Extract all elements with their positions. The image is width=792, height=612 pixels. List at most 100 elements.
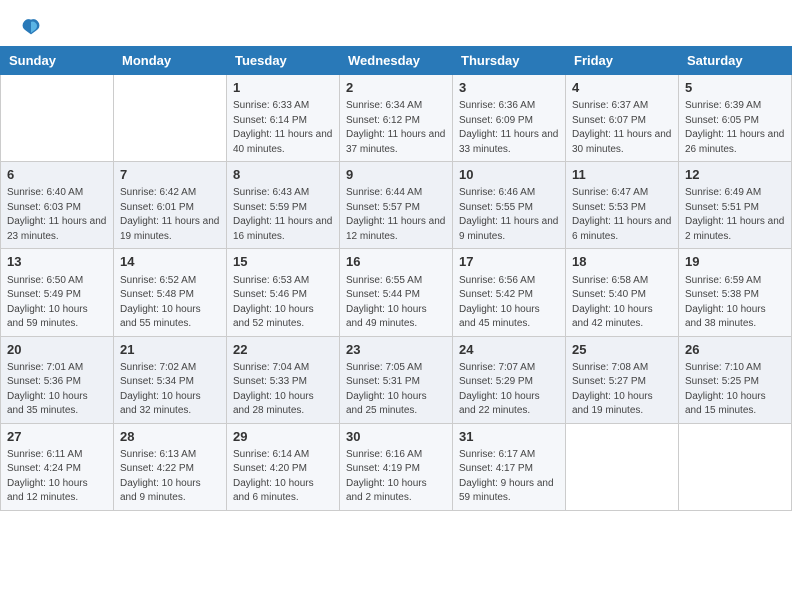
calendar-cell: 25 Sunrise: 7:08 AM Sunset: 5:27 PM Dayli… [566,336,679,423]
day-number: 31 [459,428,559,446]
calendar-cell: 5 Sunrise: 6:39 AM Sunset: 6:05 PM Daylig… [679,75,792,162]
calendar-cell: 7 Sunrise: 6:42 AM Sunset: 6:01 PM Daylig… [114,162,227,249]
day-number: 28 [120,428,220,446]
day-info: Sunrise: 6:11 AM Sunset: 4:24 PM Dayligh… [7,448,107,506]
calendar-body: 1 Sunrise: 6:33 AM Sunset: 6:14 PM Daylig… [1,75,792,511]
day-number: 29 [233,428,333,446]
day-info: Sunrise: 7:07 AM Sunset: 5:29 PM Dayligh… [459,361,559,419]
header-day: Tuesday [227,47,340,75]
calendar-week-row: 20 Sunrise: 7:01 AM Sunset: 5:36 PM Dayli… [1,336,792,423]
header-day: Sunday [1,47,114,75]
calendar-cell: 14 Sunrise: 6:52 AM Sunset: 5:48 PM Dayli… [114,249,227,336]
day-number: 26 [685,341,785,359]
calendar-cell: 19Sunrise: 6:59 AM Sunset: 5:38 PM Dayli… [679,249,792,336]
day-number: 9 [346,166,446,184]
day-number: 17 [459,253,559,271]
day-number: 30 [346,428,446,446]
day-info: Sunrise: 7:01 AM Sunset: 5:36 PM Dayligh… [7,361,107,419]
day-info: Sunrise: 6:37 AM Sunset: 6:07 PM Dayligh… [572,99,672,157]
calendar-cell: 8 Sunrise: 6:43 AM Sunset: 5:59 PM Daylig… [227,162,340,249]
calendar-cell: 4 Sunrise: 6:37 AM Sunset: 6:07 PM Daylig… [566,75,679,162]
calendar-cell: 30Sunrise: 6:16 AM Sunset: 4:19 PM Dayli… [340,423,453,510]
day-number: 24 [459,341,559,359]
day-number: 1 [233,79,333,97]
day-info: Sunrise: 6:49 AM Sunset: 5:51 PM Dayligh… [685,186,785,244]
day-info: Sunrise: 6:40 AM Sunset: 6:03 PM Dayligh… [7,186,107,244]
day-number: 15 [233,253,333,271]
day-number: 5 [685,79,785,97]
day-number: 18 [572,253,672,271]
day-info: Sunrise: 6:43 AM Sunset: 5:59 PM Dayligh… [233,186,333,244]
calendar-cell: 9Sunrise: 6:44 AM Sunset: 5:57 PM Daylig… [340,162,453,249]
day-info: Sunrise: 6:55 AM Sunset: 5:44 PM Dayligh… [346,274,446,332]
calendar-cell [1,75,114,162]
header-row: SundayMondayTuesdayWednesdayThursdayFrid… [1,47,792,75]
day-info: Sunrise: 6:36 AM Sunset: 6:09 PM Dayligh… [459,99,559,157]
day-info: Sunrise: 6:56 AM Sunset: 5:42 PM Dayligh… [459,274,559,332]
day-info: Sunrise: 6:17 AM Sunset: 4:17 PM Dayligh… [459,448,559,506]
day-number: 7 [120,166,220,184]
calendar-cell [679,423,792,510]
calendar-week-row: 1 Sunrise: 6:33 AM Sunset: 6:14 PM Daylig… [1,75,792,162]
day-info: Sunrise: 6:53 AM Sunset: 5:46 PM Dayligh… [233,274,333,332]
calendar-cell: 29Sunrise: 6:14 AM Sunset: 4:20 PM Dayli… [227,423,340,510]
day-number: 20 [7,341,107,359]
calendar-week-row: 27 Sunrise: 6:11 AM Sunset: 4:24 PM Dayli… [1,423,792,510]
day-number: 19 [685,253,785,271]
day-number: 14 [120,253,220,271]
day-number: 6 [7,166,107,184]
day-number: 23 [346,341,446,359]
calendar-cell: 22Sunrise: 7:04 AM Sunset: 5:33 PM Dayli… [227,336,340,423]
day-info: Sunrise: 7:04 AM Sunset: 5:33 PM Dayligh… [233,361,333,419]
calendar-cell: 26 Sunrise: 7:10 AM Sunset: 5:25 PM Dayli… [679,336,792,423]
day-info: Sunrise: 7:02 AM Sunset: 5:34 PM Dayligh… [120,361,220,419]
page-header [0,0,792,46]
day-info: Sunrise: 6:52 AM Sunset: 5:48 PM Dayligh… [120,274,220,332]
day-number: 12 [685,166,785,184]
day-info: Sunrise: 6:42 AM Sunset: 6:01 PM Dayligh… [120,186,220,244]
calendar-week-row: 6 Sunrise: 6:40 AM Sunset: 6:03 PM Daylig… [1,162,792,249]
day-info: Sunrise: 7:10 AM Sunset: 5:25 PM Dayligh… [685,361,785,419]
header-day: Wednesday [340,47,453,75]
calendar-cell: 28Sunrise: 6:13 AM Sunset: 4:22 PM Dayli… [114,423,227,510]
calendar-cell: 17 Sunrise: 6:56 AM Sunset: 5:42 PM Dayli… [453,249,566,336]
day-info: Sunrise: 6:33 AM Sunset: 6:14 PM Dayligh… [233,99,333,157]
logo [20,16,46,38]
day-number: 21 [120,341,220,359]
calendar-cell: 13 Sunrise: 6:50 AM Sunset: 5:49 PM Dayli… [1,249,114,336]
day-number: 8 [233,166,333,184]
calendar-cell: 24 Sunrise: 7:07 AM Sunset: 5:29 PM Dayli… [453,336,566,423]
calendar-cell: 21 Sunrise: 7:02 AM Sunset: 5:34 PM Dayli… [114,336,227,423]
day-info: Sunrise: 7:05 AM Sunset: 5:31 PM Dayligh… [346,361,446,419]
day-number: 3 [459,79,559,97]
calendar-cell: 20 Sunrise: 7:01 AM Sunset: 5:36 PM Dayli… [1,336,114,423]
calendar-week-row: 13 Sunrise: 6:50 AM Sunset: 5:49 PM Dayli… [1,249,792,336]
day-info: Sunrise: 6:58 AM Sunset: 5:40 PM Dayligh… [572,274,672,332]
calendar-cell: 16 Sunrise: 6:55 AM Sunset: 5:44 PM Dayli… [340,249,453,336]
day-number: 13 [7,253,107,271]
day-info: Sunrise: 6:34 AM Sunset: 6:12 PM Dayligh… [346,99,446,157]
calendar-cell: 27 Sunrise: 6:11 AM Sunset: 4:24 PM Dayli… [1,423,114,510]
calendar-cell [114,75,227,162]
header-day: Friday [566,47,679,75]
calendar-cell [566,423,679,510]
calendar-cell: 11Sunrise: 6:47 AM Sunset: 5:53 PM Dayli… [566,162,679,249]
calendar-cell: 2Sunrise: 6:34 AM Sunset: 6:12 PM Daylig… [340,75,453,162]
calendar-cell: 6 Sunrise: 6:40 AM Sunset: 6:03 PM Daylig… [1,162,114,249]
day-number: 27 [7,428,107,446]
header-day: Thursday [453,47,566,75]
header-day: Saturday [679,47,792,75]
day-info: Sunrise: 6:39 AM Sunset: 6:05 PM Dayligh… [685,99,785,157]
day-number: 4 [572,79,672,97]
day-number: 25 [572,341,672,359]
calendar-cell: 1 Sunrise: 6:33 AM Sunset: 6:14 PM Daylig… [227,75,340,162]
header-day: Monday [114,47,227,75]
calendar-cell: 23 Sunrise: 7:05 AM Sunset: 5:31 PM Dayli… [340,336,453,423]
day-number: 16 [346,253,446,271]
day-info: Sunrise: 6:47 AM Sunset: 5:53 PM Dayligh… [572,186,672,244]
calendar-cell: 18 Sunrise: 6:58 AM Sunset: 5:40 PM Dayli… [566,249,679,336]
calendar-table: SundayMondayTuesdayWednesdayThursdayFrid… [0,46,792,511]
day-info: Sunrise: 7:08 AM Sunset: 5:27 PM Dayligh… [572,361,672,419]
logo-icon [20,16,42,38]
day-info: Sunrise: 6:50 AM Sunset: 5:49 PM Dayligh… [7,274,107,332]
